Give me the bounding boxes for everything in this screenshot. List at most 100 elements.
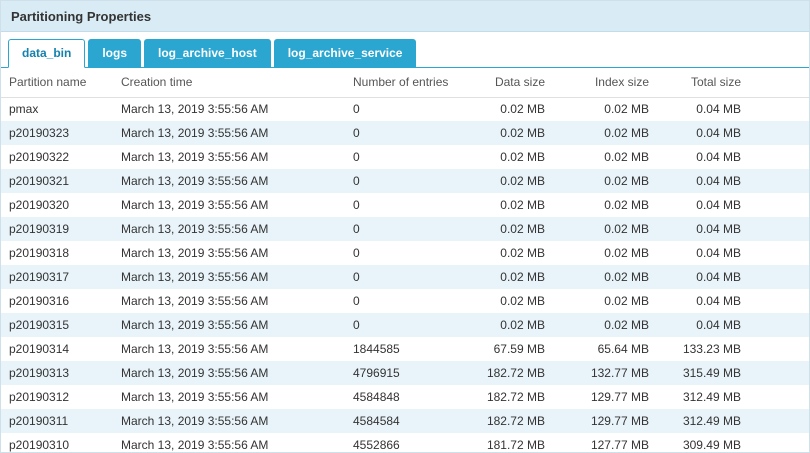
table-cell: 181.72 MB <box>451 433 545 453</box>
table-cell: 0.02 MB <box>545 145 649 169</box>
table-cell: 0.04 MB <box>649 265 741 289</box>
table-cell: p20190315 <box>1 313 121 337</box>
spacer-cell <box>741 337 810 361</box>
table-cell: p20190314 <box>1 337 121 361</box>
tab-log_archive_service[interactable]: log_archive_service <box>274 39 417 68</box>
spacer-cell <box>741 121 810 145</box>
table-cell: 0.02 MB <box>545 97 649 121</box>
table-cell: p20190322 <box>1 145 121 169</box>
table-cell: 0.04 MB <box>649 313 741 337</box>
column-header[interactable]: Data size <box>451 68 545 97</box>
table-row[interactable]: p20190310March 13, 2019 3:55:56 AM455286… <box>1 433 810 453</box>
table-cell: p20190311 <box>1 409 121 433</box>
table-cell: 0.04 MB <box>649 241 741 265</box>
table-cell: March 13, 2019 3:55:56 AM <box>121 385 353 409</box>
spacer-cell <box>741 361 810 385</box>
table-cell: 312.49 MB <box>649 409 741 433</box>
column-header[interactable]: Index size <box>545 68 649 97</box>
table-cell: 132.77 MB <box>545 361 649 385</box>
table-row[interactable]: p20190313March 13, 2019 3:55:56 AM479691… <box>1 361 810 385</box>
table-cell: 0.02 MB <box>451 241 545 265</box>
table-cell: 4796915 <box>353 361 451 385</box>
table-cell: p20190317 <box>1 265 121 289</box>
table-cell: March 13, 2019 3:55:56 AM <box>121 217 353 241</box>
table-cell: 0.02 MB <box>451 289 545 313</box>
table-cell: 0.02 MB <box>545 313 649 337</box>
spacer-cell <box>741 265 810 289</box>
table-cell: March 13, 2019 3:55:56 AM <box>121 193 353 217</box>
table-cell: 0 <box>353 121 451 145</box>
spacer-cell <box>741 169 810 193</box>
tab-data_bin[interactable]: data_bin <box>8 39 85 68</box>
table-cell: 133.23 MB <box>649 337 741 361</box>
table-cell: 0.02 MB <box>545 265 649 289</box>
table-row[interactable]: p20190311March 13, 2019 3:55:56 AM458458… <box>1 409 810 433</box>
table-row[interactable]: p20190323March 13, 2019 3:55:56 AM00.02 … <box>1 121 810 145</box>
spacer-cell <box>741 145 810 169</box>
table-cell: p20190320 <box>1 193 121 217</box>
table-row[interactable]: p20190312March 13, 2019 3:55:56 AM458484… <box>1 385 810 409</box>
table-row[interactable]: p20190322March 13, 2019 3:55:56 AM0 0.02 … <box>1 145 810 169</box>
table-cell: p20190323 <box>1 121 121 145</box>
table-row[interactable]: p20190319March 13, 2019 3:55:56 AM0 0.02 … <box>1 217 810 241</box>
table-cell: 0 <box>353 217 451 241</box>
page-title: Partitioning Properties <box>11 9 151 24</box>
table-row[interactable]: p20190321March 13, 2019 3:55:56 AM00.02 … <box>1 169 810 193</box>
table-cell: 0.02 MB <box>451 265 545 289</box>
panel-title-bar: Partitioning Properties <box>1 1 809 32</box>
column-header[interactable]: Partition name <box>1 68 121 97</box>
table-row[interactable]: p20190317March 13, 2019 3:55:56 AM00.02 … <box>1 265 810 289</box>
table-row[interactable]: p20190314March 13, 2019 3:55:56 AM184458… <box>1 337 810 361</box>
spacer-cell <box>741 433 810 453</box>
spacer-cell <box>741 97 810 121</box>
table-cell: 4552866 <box>353 433 451 453</box>
table-cell: 0.02 MB <box>451 121 545 145</box>
table-cell: p20190321 <box>1 169 121 193</box>
table-cell: 0.02 MB <box>451 97 545 121</box>
table-cell: March 13, 2019 3:55:56 AM <box>121 433 353 453</box>
tab-logs[interactable]: logs <box>88 39 141 68</box>
column-header[interactable]: Total size <box>649 68 741 97</box>
table-cell: 0.02 MB <box>545 217 649 241</box>
tab-log_archive_host[interactable]: log_archive_host <box>144 39 271 68</box>
table-cell: p20190319 <box>1 217 121 241</box>
table-cell: 0 <box>353 145 451 169</box>
partitioning-properties-panel: Partitioning Properties data_binlogslog_… <box>0 0 810 453</box>
table-cell: 0.04 MB <box>649 145 741 169</box>
table-row[interactable]: pmaxMarch 13, 2019 3:55:56 AM00.02 MB0.0… <box>1 97 810 121</box>
table-body: pmaxMarch 13, 2019 3:55:56 AM00.02 MB0.0… <box>1 97 810 453</box>
spacer-cell <box>741 313 810 337</box>
table-cell: 0.02 MB <box>545 193 649 217</box>
table-header-row: Partition nameCreation timeNumber of ent… <box>1 68 810 97</box>
table-row[interactable]: p20190316March 13, 2019 3:55:56 AM00.02 … <box>1 289 810 313</box>
table-cell: 0.02 MB <box>545 241 649 265</box>
table-cell: p20190310 <box>1 433 121 453</box>
table-cell: 0 <box>353 97 451 121</box>
table-cell: 312.49 MB <box>649 385 741 409</box>
partitions-table: Partition nameCreation timeNumber of ent… <box>1 68 810 453</box>
table-cell: 0 <box>353 265 451 289</box>
spacer-cell <box>741 241 810 265</box>
table-cell: March 13, 2019 3:55:56 AM <box>121 241 353 265</box>
table-cell: 0.02 MB <box>545 169 649 193</box>
spacer-cell <box>741 217 810 241</box>
column-header[interactable]: Number of entries <box>353 68 451 97</box>
table-cell: March 13, 2019 3:55:56 AM <box>121 145 353 169</box>
table-cell: 0.02 MB <box>451 169 545 193</box>
table-cell: 182.72 MB <box>451 409 545 433</box>
table-cell: March 13, 2019 3:55:56 AM <box>121 289 353 313</box>
table-row[interactable]: p20190318March 13, 2019 3:55:56 AM00.02 … <box>1 241 810 265</box>
table-cell: 0.02 MB <box>451 193 545 217</box>
table-row[interactable]: p20190315March 13, 2019 3:55:56 AM00.02 … <box>1 313 810 337</box>
spacer-cell <box>741 193 810 217</box>
table-cell: 4584848 <box>353 385 451 409</box>
column-header[interactable]: Creation time <box>121 68 353 97</box>
table-row[interactable]: p20190320March 13, 2019 3:55:56 AM00.02 … <box>1 193 810 217</box>
spacer-cell <box>741 385 810 409</box>
table-cell: p20190313 <box>1 361 121 385</box>
table-cell: 0 <box>353 193 451 217</box>
table-cell: 0.04 MB <box>649 193 741 217</box>
table-cell: March 13, 2019 3:55:56 AM <box>121 361 353 385</box>
table-cell: 67.59 MB <box>451 337 545 361</box>
table-cell: 315.49 MB <box>649 361 741 385</box>
